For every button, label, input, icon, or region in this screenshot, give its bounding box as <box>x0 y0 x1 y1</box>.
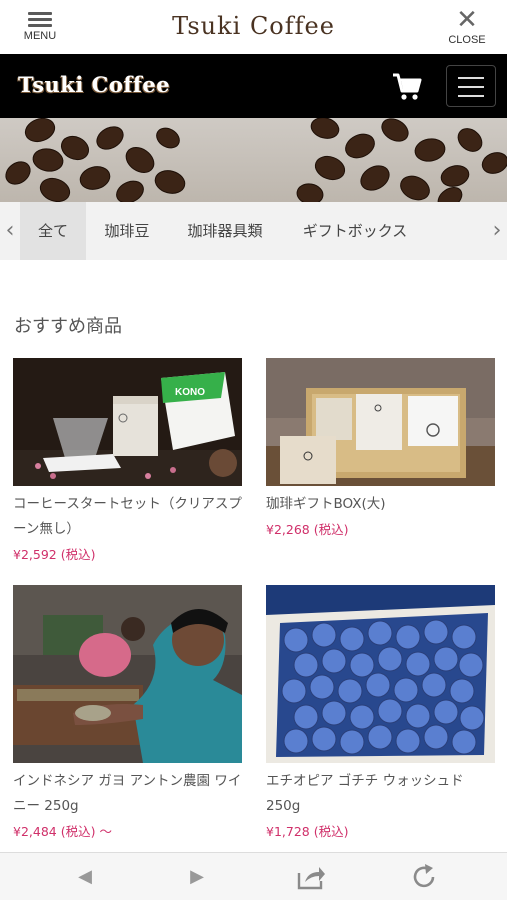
close-label: CLOSE <box>448 34 486 46</box>
close-button[interactable]: ✕ CLOSE <box>441 5 493 46</box>
product-image <box>266 358 495 486</box>
app-title: Tsuki Coffee <box>172 12 335 40</box>
share-icon[interactable] <box>296 863 326 891</box>
site-logo[interactable]: Tsuki Coffee <box>18 72 170 97</box>
product-name: インドネシア ガヨ アントン農園 ワイニー 250g <box>13 773 242 814</box>
reload-icon[interactable] <box>410 863 440 891</box>
product-card[interactable]: 珈琲ギフトBOX(大) ¥2,268 (税込) <box>266 358 495 538</box>
site-header: Tsuki Coffee <box>0 54 507 118</box>
product-card[interactable]: エチオピア ゴチチ ウォッシュド 250g ¥1,728 (税込) <box>266 585 495 840</box>
chevron-right-icon[interactable]: › <box>487 202 507 260</box>
product-name: コーヒースタートセット（クリアスプーン無し） <box>13 496 242 537</box>
product-image <box>13 585 242 763</box>
close-icon: ✕ <box>456 5 478 35</box>
app-bar: MENU Tsuki Coffee ✕ CLOSE <box>0 0 507 54</box>
forward-icon[interactable]: ▶ <box>182 863 212 891</box>
product-card[interactable]: KONO コーヒースタートセット（クリアスプーン無し） ¥2,592 (税込) <box>13 358 242 563</box>
tab-coffee-beans[interactable]: 珈琲豆 <box>94 202 160 260</box>
hamburger-icon[interactable] <box>446 65 496 107</box>
section-title: おすすめ商品 <box>14 316 122 337</box>
product-name: 珈琲ギフトBOX(大) <box>266 496 386 512</box>
category-tabs: ‹ 全て 珈琲豆 珈琲器具類 ギフトボックス › <box>0 202 507 260</box>
chevron-left-icon[interactable]: ‹ <box>0 202 20 260</box>
product-name: エチオピア ゴチチ ウォッシュド 250g <box>266 773 464 814</box>
tab-all[interactable]: 全て <box>20 202 86 260</box>
cart-icon[interactable] <box>392 72 422 102</box>
product-card[interactable]: インドネシア ガヨ アントン農園 ワイニー 250g ¥2,484 (税込) 〜 <box>13 585 242 840</box>
tab-coffee-equipment[interactable]: 珈琲器具類 <box>172 202 278 260</box>
browser-toolbar: ◀ ▶ <box>0 852 507 900</box>
product-price: ¥1,728 (税込) <box>266 824 349 839</box>
product-price: ¥2,484 (税込) 〜 <box>13 824 112 839</box>
product-price: ¥2,592 (税込) <box>13 547 96 562</box>
product-image <box>266 585 495 763</box>
product-image: KONO <box>13 358 242 486</box>
back-icon[interactable]: ◀ <box>70 863 100 891</box>
product-price: ¥2,268 (税込) <box>266 522 349 537</box>
coffee-beans-image <box>5 118 507 202</box>
tab-gift-box[interactable]: ギフトボックス <box>288 202 422 260</box>
hero-banner <box>0 118 507 202</box>
kono-label: KONO <box>175 387 205 398</box>
